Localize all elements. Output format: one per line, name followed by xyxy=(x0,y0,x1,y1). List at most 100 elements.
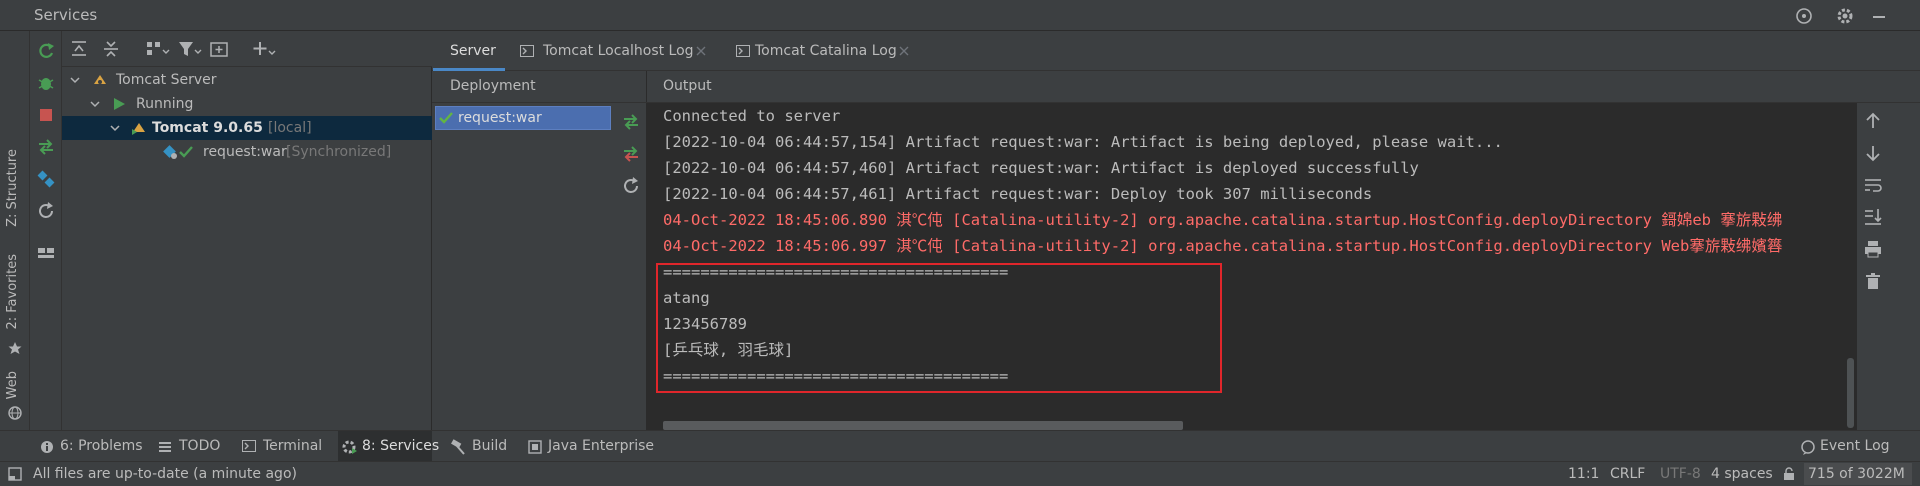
rerun-icon[interactable] xyxy=(35,40,57,62)
close-icon[interactable] xyxy=(898,45,910,57)
deploy-icon[interactable] xyxy=(35,136,57,158)
indent-setting[interactable]: 4 spaces xyxy=(1711,462,1773,486)
deployment-panel: Deployment request:war xyxy=(432,71,647,430)
close-icon[interactable] xyxy=(695,45,707,57)
info-icon xyxy=(40,440,54,454)
deployment-item[interactable]: request:war xyxy=(435,106,611,130)
artifact-icon[interactable] xyxy=(35,168,57,190)
tab-server[interactable]: Server xyxy=(433,31,505,71)
trash-icon[interactable] xyxy=(1863,271,1883,291)
tab-catalina-log[interactable]: Tomcat Catalina Log xyxy=(736,31,936,71)
panel-toggle-icon[interactable] xyxy=(8,467,22,481)
undeploy-icon[interactable] xyxy=(620,143,642,165)
tab-label: Terminal xyxy=(263,438,323,454)
layout-icon[interactable] xyxy=(35,242,57,264)
list-icon xyxy=(158,440,172,454)
check-icon xyxy=(439,111,453,125)
log-icon xyxy=(736,45,750,57)
arrow-down-icon[interactable] xyxy=(1863,143,1883,163)
status-message[interactable]: All files are up-to-date (a minute ago) xyxy=(33,462,297,486)
gear-icon[interactable] xyxy=(1834,5,1856,27)
new-tab-icon[interactable] xyxy=(208,38,230,60)
tab-label: 8: Services xyxy=(362,438,440,454)
soft-wrap-icon[interactable] xyxy=(1863,175,1883,195)
tree-tag: [local] xyxy=(268,120,312,136)
structure-tab[interactable]: Z: Structure xyxy=(5,149,20,227)
artifact-icon xyxy=(162,144,178,160)
tab-label: Java Enterprise xyxy=(548,438,655,454)
line-separator[interactable]: CRLF xyxy=(1610,462,1645,486)
horizontal-scrollbar[interactable] xyxy=(663,421,1183,430)
refresh-icon[interactable] xyxy=(620,175,642,197)
memory-indicator[interactable]: 715 of 3022M xyxy=(1804,463,1912,485)
arrow-up-icon[interactable] xyxy=(1863,111,1883,131)
group-by-icon[interactable] xyxy=(144,38,170,60)
tab-label: Server xyxy=(450,43,496,59)
tree-node-artifact[interactable]: request:war [Synchronized] xyxy=(62,140,432,164)
globe-icon xyxy=(8,406,22,420)
stop-icon[interactable] xyxy=(35,104,57,126)
debug-icon[interactable] xyxy=(35,72,57,94)
star-icon xyxy=(8,341,22,355)
java-enterprise-icon xyxy=(528,440,542,454)
structure-tab-label: Z: Structure xyxy=(5,149,20,227)
favorites-tab-label: 2: Favorites xyxy=(5,254,20,330)
tree-node-running[interactable]: Running xyxy=(62,92,432,116)
crosshair-icon[interactable] xyxy=(1793,5,1815,27)
deployment-header-label: Deployment xyxy=(450,78,536,94)
deploy-action-icon[interactable] xyxy=(620,111,642,133)
tool-window-bar: 6: Problems TODO Terminal 8: Services Bu… xyxy=(0,430,1920,462)
console-line: [2022-10-04 06:44:57,154] Artifact reque… xyxy=(663,133,1503,151)
hammer-icon xyxy=(450,439,466,455)
favorites-tab[interactable]: 2: Favorites xyxy=(5,254,20,330)
tab-label: Build xyxy=(472,438,508,454)
chevron-down-icon[interactable] xyxy=(90,99,100,109)
chevron-down-icon[interactable] xyxy=(70,75,80,85)
file-encoding[interactable]: UTF-8 xyxy=(1660,462,1701,486)
web-tab-label: Web xyxy=(5,371,20,400)
tab-services[interactable]: 8: Services xyxy=(338,431,439,462)
services-toolbar-vertical xyxy=(30,31,62,430)
tomcat-icon xyxy=(92,72,108,88)
memory-label: 715 of 3022M xyxy=(1808,466,1905,482)
console-line: [2022-10-04 06:44:57,461] Artifact reque… xyxy=(663,185,1373,203)
log-icon xyxy=(520,45,534,57)
tab-localhost-log[interactable]: Tomcat Localhost Log xyxy=(520,31,730,71)
console-line: [2022-10-04 06:44:57,460] Artifact reque… xyxy=(663,159,1419,177)
left-tool-strip: Z: Structure 2: Favorites Web xyxy=(0,31,30,430)
print-icon[interactable] xyxy=(1863,239,1883,259)
scroll-to-end-icon[interactable] xyxy=(1863,207,1883,227)
run-icon xyxy=(112,97,126,111)
tab-label: 6: Problems xyxy=(60,438,143,454)
output-header-label: Output xyxy=(663,78,712,94)
deployment-header: Deployment xyxy=(432,71,647,103)
web-tab[interactable]: Web xyxy=(5,371,20,399)
output-header: Output xyxy=(647,71,1920,103)
services-tree: Tomcat Server Running Tomcat 9.0.65 [loc… xyxy=(62,67,432,430)
services-icon xyxy=(342,439,358,455)
collapse-all-icon[interactable] xyxy=(100,38,122,60)
chevron-down-icon[interactable] xyxy=(110,123,120,133)
vertical-scrollbar[interactable] xyxy=(1847,358,1854,428)
refresh-icon[interactable] xyxy=(35,200,57,222)
caret-position[interactable]: 11:1 xyxy=(1568,462,1599,486)
add-icon[interactable] xyxy=(250,38,276,60)
tree-node-tomcat-server[interactable]: Tomcat Server xyxy=(62,68,432,92)
tab-label: TODO xyxy=(179,438,221,454)
tree-label: Running xyxy=(136,96,194,112)
deployment-item-label: request:war xyxy=(458,110,542,126)
tab-label: Event Log xyxy=(1820,438,1890,454)
details-tabs: Server Tomcat Localhost Log Tomcat Catal… xyxy=(432,31,1920,71)
tree-toolbar xyxy=(62,31,432,67)
tree-tag: [Synchronized] xyxy=(286,144,392,160)
expand-all-icon[interactable] xyxy=(68,38,90,60)
title-bar: Services xyxy=(0,0,1920,31)
window-title: Services xyxy=(34,6,98,24)
tree-node-tomcat-instance[interactable]: Tomcat 9.0.65 [local] xyxy=(62,116,432,140)
minimize-icon[interactable] xyxy=(1868,5,1890,27)
lock-icon[interactable] xyxy=(1783,467,1795,481)
tab-label: Tomcat Catalina Log xyxy=(755,43,897,59)
console-line-error: 04-Oct-2022 18:45:06.890 淇℃伅 [Catalina-u… xyxy=(663,211,1783,229)
filter-icon[interactable] xyxy=(176,38,202,60)
tree-label: request:war xyxy=(203,144,287,160)
